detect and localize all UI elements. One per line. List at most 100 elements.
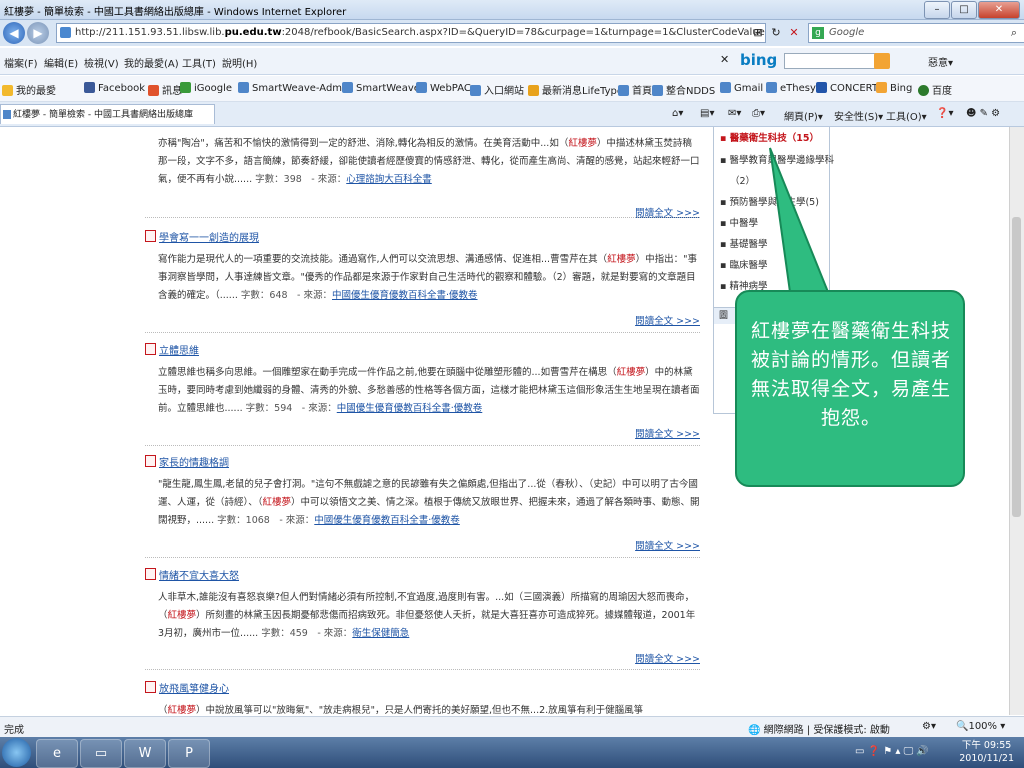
fav-ethesys[interactable]: eThesys xyxy=(766,82,821,94)
divider xyxy=(145,332,700,333)
result-title-link[interactable]: 情緒不宜大喜大怒 xyxy=(145,567,700,582)
baidu-icon xyxy=(918,85,929,96)
menu-favorites[interactable]: 我的最愛(A) xyxy=(124,55,179,70)
start-button[interactable] xyxy=(2,738,31,767)
menu-tools[interactable]: 工具(T) xyxy=(182,55,216,70)
result-source-link[interactable]: 衛生保健簡急 xyxy=(352,628,409,639)
vertical-scrollbar[interactable] xyxy=(1009,127,1024,715)
taskbar-explorer-icon[interactable]: ▭ xyxy=(80,739,122,768)
clock-time: 下午 09:55 xyxy=(961,740,1012,751)
menu-edit[interactable]: 編輯(E) xyxy=(44,55,78,70)
address-bar[interactable]: http://211.151.93.51.libsw.lib.pu.edu.tw… xyxy=(56,23,766,43)
back-icon[interactable]: ◀ xyxy=(3,22,25,44)
compat-view-icon[interactable]: ⊞ xyxy=(750,25,766,41)
fav-gmail[interactable]: Gmail xyxy=(720,82,763,94)
keyword-highlight: 紅樓夢 xyxy=(616,367,646,378)
feeds-icon[interactable]: ▤▾ xyxy=(700,108,714,119)
fav-concert[interactable]: CONCERT xyxy=(816,82,878,94)
result-source-link[interactable]: 中國優生優育優教百科全書·優教卷 xyxy=(314,515,460,526)
callout-text: 紅樓夢在醫藥衛生科技被討論的情形。但讀者無法取得全文，易產生抱怨。 xyxy=(751,320,952,429)
maximize-button[interactable]: □ xyxy=(951,1,977,19)
keyword-highlight: 紅樓夢 xyxy=(262,497,292,508)
globe-icon: 🌐 xyxy=(748,725,761,736)
keyword-highlight: 紅樓夢 xyxy=(568,138,597,149)
result-item: 情緒不宜大喜大怒 人非草木,誰能沒有喜怒哀樂?但人們對情緒必須有所控制,不宜過度… xyxy=(145,567,700,665)
result-title-link[interactable]: 家長的情趣格調 xyxy=(145,454,700,469)
taskbar-word-icon[interactable]: W xyxy=(124,739,166,768)
fav-lifetype[interactable]: 最新消息LifeType xyxy=(528,82,623,97)
system-tray[interactable]: ▭ ❓ ⚑ ▴ 🖵 🔊 xyxy=(855,746,929,757)
clock-date: 2010/11/21 xyxy=(959,753,1014,764)
fav-webpac[interactable]: WebPAC xyxy=(416,82,471,94)
bing-search-input[interactable] xyxy=(784,53,886,69)
favorites-button[interactable]: 我的最愛 xyxy=(2,82,56,97)
status-text: 完成 xyxy=(4,725,24,736)
zoom-level[interactable]: 🔍100% ▾ xyxy=(956,721,1005,732)
mail-icon[interactable]: ✉▾ xyxy=(728,108,741,119)
safety-menu[interactable]: 安全性(S)▾ xyxy=(834,108,883,123)
fav-baidu[interactable]: 百度 xyxy=(918,82,952,97)
fav-ndds[interactable]: 整合NDDS xyxy=(652,82,715,97)
result-title-link[interactable]: 學會寫一一創造的展現 xyxy=(145,229,700,244)
zone-indicator: 🌐 網際網路 | 受保護模式: 啟動 xyxy=(748,725,890,736)
bing-menu[interactable]: 惡意▾ xyxy=(928,54,953,69)
divider xyxy=(145,445,700,446)
forward-icon[interactable]: ▶ xyxy=(27,22,49,44)
bing-search-button[interactable] xyxy=(874,53,890,69)
search-input[interactable]: g Google xyxy=(808,23,1024,43)
fav-message[interactable]: 訊息 xyxy=(148,82,182,97)
result-title-link[interactable]: 放飛風箏健身心 xyxy=(145,680,700,695)
fav-smartweave-admin[interactable]: SmartWeave-Admin xyxy=(238,82,351,94)
close-button[interactable]: ✕ xyxy=(978,1,1020,19)
minimize-button[interactable]: – xyxy=(924,1,950,19)
ie-page-icon xyxy=(342,82,353,93)
print-icon[interactable]: ⎙▾ xyxy=(752,108,765,119)
page-menu[interactable]: 網頁(P)▾ xyxy=(784,108,823,123)
refresh-icon[interactable]: ↻ xyxy=(768,25,784,41)
title-bar: 紅樓夢 - 簡單檢索 - 中國工具書網絡出版總庫 - Windows Inter… xyxy=(0,0,1024,20)
keyword-highlight: 紅樓夢 xyxy=(167,610,197,621)
ie-page-icon xyxy=(766,82,777,93)
result-item: 立體思維 立體思維也稱多向思維。一個雕塑家在動手完成一件作品之前,他要在頭腦中從… xyxy=(145,342,700,440)
fav-facebook[interactable]: Facebook xyxy=(84,82,145,94)
tools-menu[interactable]: 工具(O)▾ xyxy=(886,108,927,123)
fav-bing[interactable]: Bing xyxy=(876,82,912,94)
search-icon[interactable]: ⌕ xyxy=(1006,25,1022,41)
addon-icons[interactable]: ☻ ✎ ⚙ xyxy=(966,108,1000,119)
scrollbar-thumb[interactable] xyxy=(1012,217,1021,517)
divider xyxy=(145,557,700,558)
help-icon[interactable]: ❓▾ xyxy=(936,108,953,119)
taskbar-powerpoint-icon[interactable]: P xyxy=(168,739,210,768)
home-icon[interactable]: ⌂▾ xyxy=(672,108,683,119)
menu-help[interactable]: 說明(H) xyxy=(222,55,257,70)
menu-file[interactable]: 檔案(F) xyxy=(4,55,38,70)
bing-icon xyxy=(876,82,887,93)
fav-igoogle[interactable]: iGoogle xyxy=(180,82,232,94)
clock[interactable]: 下午 09:55 2010/11/21 xyxy=(959,739,1014,765)
menu-view[interactable]: 檢視(V) xyxy=(84,55,119,70)
stop-icon[interactable]: ✕ xyxy=(786,25,802,41)
result-title-link[interactable]: 立體思維 xyxy=(145,342,700,357)
fav-portal[interactable]: 入口網站 xyxy=(470,82,524,97)
fav-smartweaver[interactable]: SmartWeaver xyxy=(342,82,424,94)
result-source-link[interactable]: 中國優生優育優教百科全書·優教卷 xyxy=(337,403,483,414)
favorites-bar: 我的最愛 Facebook 訊息 iGoogle SmartWeave-Admi… xyxy=(0,76,1024,102)
result-snippet: 亦稱"陶冶"，痛苦和不愉快的激情得到一定的舒泄、消除,轉化為相反的激情。在美育活… xyxy=(158,138,700,185)
magnifier-icon: 🔍 xyxy=(956,721,969,732)
result-item: 放飛風箏健身心 （紅樓夢）中說放風箏可以"放晦氣"、"放走病根兒"，只是人們寄托… xyxy=(145,680,700,715)
result-source-link[interactable]: 心理諮詢大百科全書 xyxy=(346,174,432,185)
result-snippet: （紅樓夢）中說放風箏可以"放晦氣"、"放走病根兒"，只是人們寄托的美好願望,但也… xyxy=(158,705,644,715)
tab-current[interactable]: 紅樓夢 - 簡單檢索 - 中國工具書網絡出版總庫 xyxy=(0,104,215,124)
read-more-link[interactable]: 閱讀全文 >>> xyxy=(635,651,700,665)
address-row: ◀ ▶ http://211.151.93.51.libsw.lib.pu.ed… xyxy=(0,20,1024,46)
fav-home[interactable]: 首頁 xyxy=(618,82,652,97)
divider xyxy=(145,217,700,218)
taskbar-ie-icon[interactable]: e xyxy=(36,739,78,768)
zoom-icon[interactable]: ⚙▾ xyxy=(922,721,936,732)
close-toolbar-icon[interactable]: ✕ xyxy=(720,53,729,66)
read-more-link[interactable]: 閱讀全文 >>> xyxy=(635,426,700,440)
lifetype-icon xyxy=(528,85,539,96)
read-more-link[interactable]: 閱讀全文 >>> xyxy=(635,538,700,552)
read-more-link[interactable]: 閱讀全文 >>> xyxy=(635,313,700,327)
result-source-link[interactable]: 中國優生優育優教百科全書·優教卷 xyxy=(332,290,478,301)
